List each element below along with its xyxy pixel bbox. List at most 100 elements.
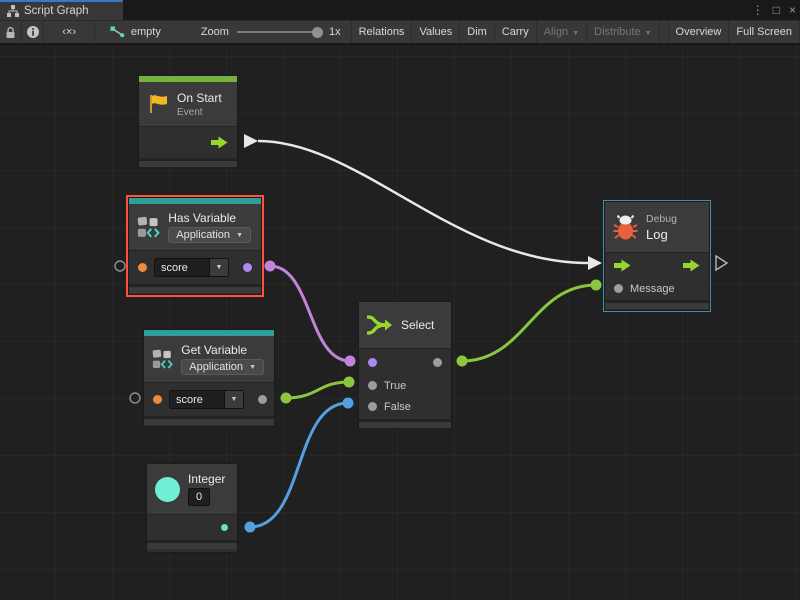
variable-name-combo[interactable]: score ▼ [169, 390, 244, 409]
wire-getvariable-to-select-true[interactable] [286, 382, 349, 398]
node-footer [129, 284, 261, 293]
relations-button[interactable]: Relations [352, 21, 413, 43]
wire-endpoint [345, 356, 356, 367]
zoom-slider[interactable] [237, 31, 319, 33]
code-view-icon: ‹×› [62, 26, 76, 38]
variable-name-field[interactable]: score [154, 258, 210, 277]
variable-scope-dropdown[interactable]: Application ▼ [168, 227, 251, 243]
wire-select-to-log-message[interactable] [462, 285, 596, 361]
node-title: Log [646, 227, 677, 242]
true-input-port[interactable] [368, 381, 377, 390]
flow-out-marker-onstart [244, 134, 258, 148]
zoom-control: Zoom 1x [201, 21, 351, 43]
lock-button[interactable] [0, 21, 22, 43]
window-tab-bar: Script Graph ⋮ □ × [0, 0, 800, 20]
graph-pointer-icon [110, 26, 125, 38]
variables-icon [137, 214, 160, 240]
wire-endpoint [457, 356, 468, 367]
node-debug-log[interactable]: Debug Log Message [604, 201, 710, 311]
dim-button[interactable]: Dim [460, 21, 495, 43]
node-footer [147, 540, 237, 549]
selection-output-port[interactable] [433, 358, 442, 367]
node-on-start[interactable]: On Start Event [138, 75, 238, 167]
distribute-button[interactable]: Distribute ▼ [587, 21, 659, 43]
integer-output-port[interactable] [221, 524, 228, 531]
info-icon [26, 25, 40, 39]
wire-hasvariable-to-select[interactable] [270, 266, 350, 361]
tab-script-graph[interactable]: Script Graph [0, 0, 123, 20]
false-input-port[interactable] [368, 402, 377, 411]
node-subtitle: Event [177, 107, 222, 118]
chevron-down-icon: ▼ [216, 264, 223, 271]
maximize-icon[interactable]: □ [773, 4, 780, 16]
info-button[interactable] [22, 21, 44, 43]
unconnected-flow-out-log[interactable] [716, 256, 727, 270]
close-icon[interactable]: × [789, 4, 796, 16]
node-integer[interactable]: Integer 0 [146, 463, 238, 553]
graph-state-label: empty [131, 26, 161, 38]
integer-value-field[interactable]: 0 [188, 488, 210, 506]
node-title: Integer [188, 472, 225, 486]
script-graph-icon [7, 5, 19, 17]
variable-name-dropdown-button[interactable]: ▼ [225, 390, 244, 409]
flow-output-port[interactable] [683, 259, 700, 272]
node-footer [605, 300, 709, 309]
chevron-down-icon: ▼ [645, 30, 652, 37]
unconnected-port-hasvariable-name[interactable] [115, 261, 125, 271]
wire-endpoint [344, 377, 355, 388]
chevron-down-icon: ▼ [572, 30, 579, 37]
message-input-port[interactable] [614, 284, 623, 293]
wire-endpoint [281, 393, 292, 404]
integer-literal-icon [155, 477, 180, 502]
zoom-slider-handle[interactable] [312, 27, 323, 38]
variable-name-combo[interactable]: score ▼ [154, 258, 229, 277]
bug-icon [613, 214, 638, 241]
overview-button[interactable]: Overview [668, 21, 730, 43]
node-get-variable[interactable]: Get Variable Application ▼ score ▼ [143, 329, 275, 427]
variable-name-dropdown-button[interactable]: ▼ [210, 258, 229, 277]
unconnected-port-getvariable-name[interactable] [130, 393, 140, 403]
tab-title: Script Graph [24, 5, 89, 17]
align-button[interactable]: Align ▼ [537, 21, 587, 43]
wire-onstart-to-log[interactable] [258, 141, 588, 263]
flow-input-port[interactable] [614, 259, 631, 272]
zoom-level: 1x [329, 26, 341, 38]
node-has-variable[interactable]: Has Variable Application ▼ score ▼ [128, 197, 262, 295]
chevron-down-icon: ▼ [236, 232, 243, 239]
condition-input-port[interactable] [368, 358, 377, 367]
node-title: Get Variable [181, 343, 264, 357]
bool-output-port[interactable] [243, 263, 252, 272]
full-screen-button[interactable]: Full Screen [729, 21, 800, 43]
false-port-label: False [384, 401, 411, 413]
graph-toolbar: ‹×› empty Zoom 1x Relations Values Dim C… [0, 20, 800, 44]
flow-output-port[interactable] [211, 136, 228, 149]
node-footer [144, 416, 274, 425]
node-title: On Start [177, 91, 222, 105]
name-input-port[interactable] [138, 263, 147, 272]
values-button[interactable]: Values [412, 21, 460, 43]
node-footer [139, 158, 237, 167]
graph-state: empty [110, 21, 161, 43]
value-output-port[interactable] [258, 395, 267, 404]
wire-endpoint [343, 398, 354, 409]
flag-icon [147, 93, 169, 115]
wire-endpoint [265, 261, 276, 272]
window-menu-icon[interactable]: ⋮ [752, 4, 764, 16]
variable-scope-dropdown[interactable]: Application ▼ [181, 359, 264, 375]
code-view-button[interactable]: ‹×› [44, 21, 94, 43]
name-input-port[interactable] [153, 395, 162, 404]
node-footer [359, 419, 451, 428]
variable-name-field[interactable]: score [169, 390, 225, 409]
graph-canvas[interactable]: On Start Event Has Variable App [0, 45, 800, 600]
node-surtitle: Debug [646, 213, 677, 225]
flow-in-marker-log [588, 256, 602, 270]
node-select[interactable]: Select True False [358, 301, 452, 429]
chevron-down-icon: ▼ [231, 396, 238, 403]
zoom-label: Zoom [201, 26, 229, 38]
chevron-down-icon: ▼ [249, 364, 256, 371]
variables-icon [152, 346, 173, 372]
select-merge-icon [367, 313, 393, 337]
true-port-label: True [384, 380, 406, 392]
message-port-label: Message [630, 283, 675, 295]
carry-button[interactable]: Carry [495, 21, 537, 43]
